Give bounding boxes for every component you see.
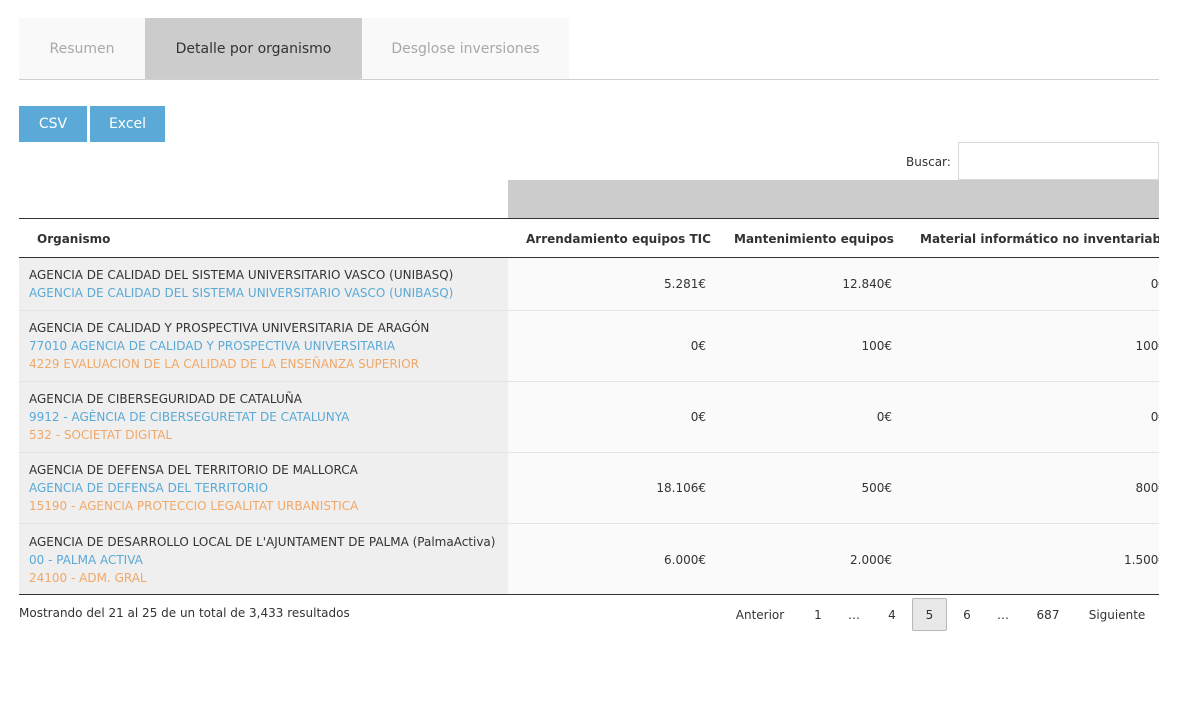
value-mantenimiento: 0€ <box>876 410 892 424</box>
excel-button[interactable]: Excel <box>90 106 165 142</box>
value-mantenimiento: 12.840€ <box>842 277 892 291</box>
tab-bar: Resumen Detalle por organismo Desglose i… <box>19 18 1159 80</box>
organismo-sub1: 77010 AGENCIA DE CALIDAD Y PROSPECTIVA U… <box>29 339 396 353</box>
organismo-name: AGENCIA DE CALIDAD DEL SISTEMA UNIVERSIT… <box>29 268 454 282</box>
column-header-organismo[interactable]: Organismo <box>37 219 110 258</box>
results-info: Mostrando del 21 al 25 de un total de 3,… <box>19 606 350 620</box>
tab-desglose-inversiones[interactable]: Desglose inversiones <box>362 18 569 79</box>
column-group-header <box>508 180 1159 218</box>
table-row: AGENCIA DE CIBERSEGURIDAD DE CATALUÑA 99… <box>19 382 1159 453</box>
pagination-page[interactable]: 6 <box>952 598 982 631</box>
organismo-sub2: 532 - SOCIETAT DIGITAL <box>29 428 173 442</box>
pagination-previous[interactable]: Anterior <box>726 598 794 631</box>
value-mantenimiento: 500€ <box>861 481 892 495</box>
organismo-name: AGENCIA DE DESARROLLO LOCAL DE L'AJUNTAM… <box>29 534 496 549</box>
organismo-sub2: 15190 - AGENCIA PROTECCIO LEGALITAT URBA… <box>29 499 359 513</box>
value-mantenimiento: 100€ <box>861 339 892 353</box>
pagination-ellipsis: … <box>997 607 1009 622</box>
value-arrendamiento: 0€ <box>690 410 706 424</box>
column-header-material-informatico[interactable]: Material informático no inventariable <box>920 219 1159 258</box>
organismo-sub2: 24100 - ADM. GRAL <box>29 570 147 585</box>
csv-button[interactable]: CSV <box>19 106 87 142</box>
column-header-mantenimiento[interactable]: Mantenimiento equipos <box>734 219 894 258</box>
organismo-cell: AGENCIA DE DESARROLLO LOCAL DE L'AJUNTAM… <box>19 524 508 594</box>
value-material: 800€ <box>1135 481 1159 495</box>
organismo-sub1: 9912 - AGÈNCIA DE CIBERSEGURETAT DE CATA… <box>29 410 350 424</box>
value-material: 1.500€ <box>1124 552 1159 567</box>
organismo-name: AGENCIA DE DEFENSA DEL TERRITORIO DE MAL… <box>29 463 358 477</box>
table-header: Organismo Arrendamiento equipos TIC Mant… <box>19 219 1159 258</box>
column-header-arrendamiento[interactable]: Arrendamiento equipos TIC <box>526 219 711 258</box>
pagination-ellipsis: … <box>848 607 860 622</box>
table-row: AGENCIA DE CALIDAD DEL SISTEMA UNIVERSIT… <box>19 258 1159 311</box>
tab-detalle-por-organismo[interactable]: Detalle por organismo <box>145 18 362 79</box>
value-arrendamiento: 5.281€ <box>664 277 706 291</box>
value-material: 0€ <box>1150 277 1159 291</box>
value-arrendamiento: 6.000€ <box>664 552 706 567</box>
organismo-sub1: AGENCIA DE DEFENSA DEL TERRITORIO <box>29 481 269 495</box>
pagination-page[interactable]: 4 <box>877 598 907 631</box>
table-row: AGENCIA DE DEFENSA DEL TERRITORIO DE MAL… <box>19 453 1159 524</box>
table-row: AGENCIA DE DESARROLLO LOCAL DE L'AJUNTAM… <box>19 524 1159 594</box>
organismo-sub1: AGENCIA DE CALIDAD DEL SISTEMA UNIVERSIT… <box>29 286 454 300</box>
organismo-cell: AGENCIA DE CALIDAD Y PROSPECTIVA UNIVERS… <box>19 311 508 381</box>
pagination-next[interactable]: Siguiente <box>1080 598 1154 631</box>
value-mantenimiento: 2.000€ <box>850 552 892 567</box>
pagination-current-page[interactable]: 5 <box>912 598 947 631</box>
search-input[interactable] <box>958 142 1159 180</box>
pagination-page[interactable]: 1 <box>803 598 833 631</box>
organismo-cell: AGENCIA DE CIBERSEGURIDAD DE CATALUÑA 99… <box>19 382 508 452</box>
tab-resumen[interactable]: Resumen <box>19 18 145 79</box>
search-label: Buscar: <box>906 155 951 169</box>
organismo-sub1: 00 - PALMA ACTIVA <box>29 552 143 567</box>
value-arrendamiento: 0€ <box>690 339 706 353</box>
value-arrendamiento: 18.106€ <box>656 481 706 495</box>
organismo-sub2: 4229 EVALUACION DE LA CALIDAD DE LA ENSE… <box>29 357 419 371</box>
organismo-cell: AGENCIA DE DEFENSA DEL TERRITORIO DE MAL… <box>19 453 508 523</box>
organismo-name: AGENCIA DE CALIDAD Y PROSPECTIVA UNIVERS… <box>29 321 430 335</box>
organismo-name: AGENCIA DE CIBERSEGURIDAD DE CATALUÑA <box>29 392 302 406</box>
results-table: Organismo Arrendamiento equipos TIC Mant… <box>19 218 1159 595</box>
value-material: 0€ <box>1150 410 1159 424</box>
pagination-page[interactable]: 687 <box>1028 598 1068 631</box>
table-row: AGENCIA DE CALIDAD Y PROSPECTIVA UNIVERS… <box>19 311 1159 382</box>
organismo-cell: AGENCIA DE CALIDAD DEL SISTEMA UNIVERSIT… <box>19 258 508 310</box>
value-material: 100€ <box>1135 339 1159 353</box>
